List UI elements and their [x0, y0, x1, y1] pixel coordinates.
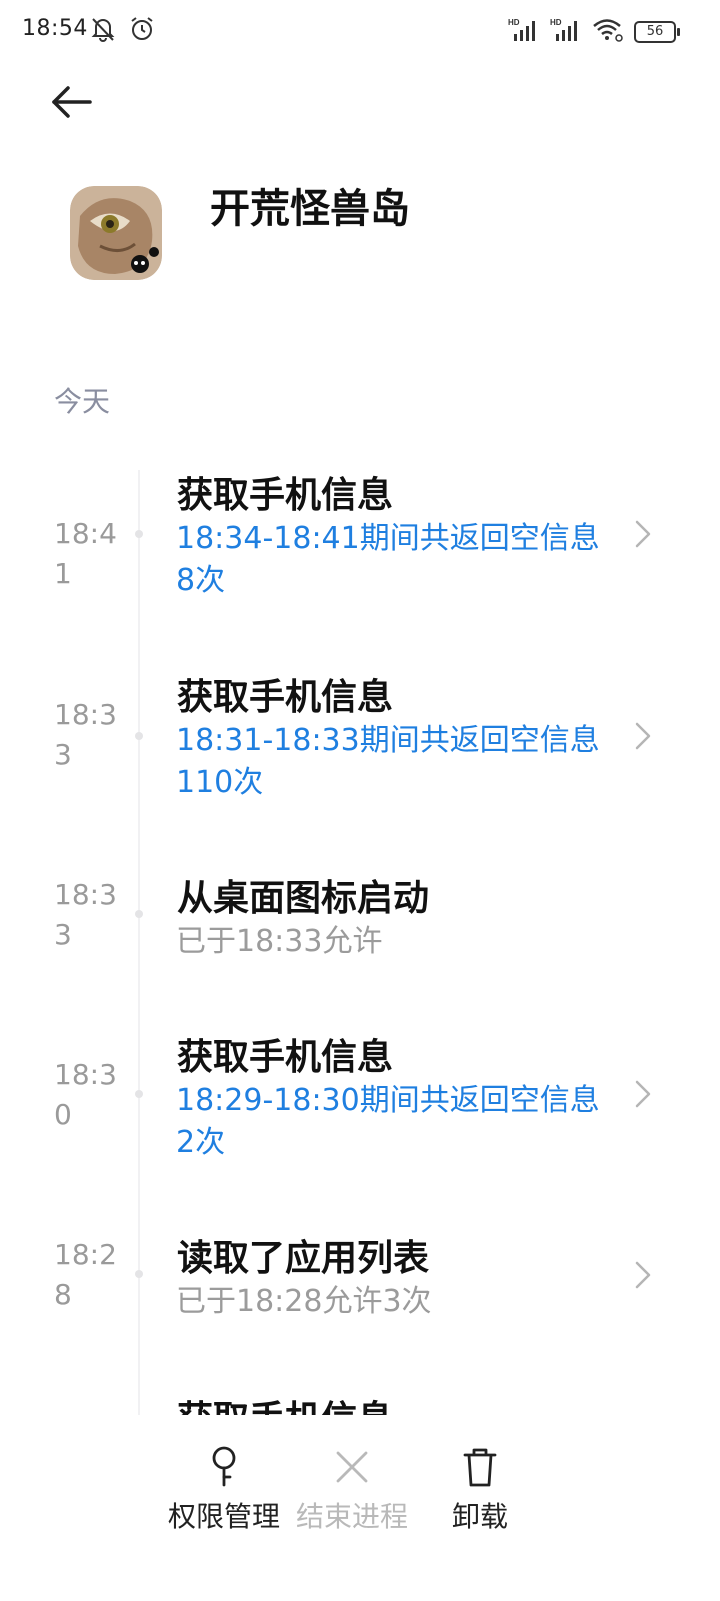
end-process-label: 结束进程	[295, 1500, 408, 1533]
entry-detail: 18:29-18:30期间共返回空信息2次	[176, 1083, 600, 1160]
entry-time: 18:41	[54, 517, 117, 590]
back-arrow-icon	[52, 86, 92, 118]
entry-detail: 已于18:28允许3次	[176, 1284, 432, 1319]
timeline-dot	[135, 910, 143, 918]
battery-icon: 56	[634, 21, 680, 43]
wifi-icon	[592, 17, 624, 47]
back-button[interactable]	[48, 80, 96, 124]
network-label: HD	[550, 18, 562, 27]
entry-detail: 18:34-18:41期间共返回空信息8次	[176, 521, 600, 598]
section-header-today: 今天	[54, 385, 111, 418]
alarm-icon	[128, 14, 156, 48]
permission-management-button[interactable]: 权限管理	[154, 1445, 294, 1535]
permission-management-label: 权限管理	[167, 1500, 280, 1533]
timeline-entry[interactable]: 18:41 获取手机信息 18:34-18:41期间共返回空信息8次	[0, 460, 720, 630]
signal-hd-icon: HD	[550, 17, 582, 47]
status-icons-left	[88, 16, 156, 46]
signal-hd-icon: HD	[508, 17, 540, 47]
uninstall-button[interactable]: 卸载	[410, 1445, 550, 1535]
timeline-entry[interactable]: 18:33 获取手机信息 18:31-18:33期间共返回空信息110次	[0, 662, 720, 832]
mute-icon	[88, 14, 118, 48]
entry-time: 18:30	[54, 1058, 117, 1131]
timeline-entry[interactable]: 18:30 获取手机信息 18:29-18:30期间共返回空信息2次	[0, 1022, 720, 1192]
timeline-dot	[135, 732, 143, 740]
chevron-right-icon	[633, 1259, 653, 1291]
uninstall-label: 卸载	[451, 1500, 508, 1533]
timeline-dot	[135, 1090, 143, 1098]
entry-title: 获取手机信息	[177, 677, 394, 718]
app-title: 开荒怪兽岛	[210, 186, 410, 232]
timeline-dot	[135, 530, 143, 538]
entry-time: 18:28	[54, 1238, 117, 1311]
trash-icon	[460, 1445, 500, 1489]
network-label: HD	[508, 18, 520, 27]
entry-time: 18:33	[54, 878, 117, 951]
close-icon	[332, 1445, 372, 1489]
chevron-right-icon	[633, 518, 653, 550]
chevron-right-icon	[633, 720, 653, 752]
entry-detail: 18:31-18:33期间共返回空信息110次	[176, 723, 600, 800]
entry-detail: 已于18:33允许	[176, 924, 383, 959]
chevron-right-icon	[633, 1078, 653, 1110]
key-icon	[204, 1445, 244, 1489]
app-icon	[70, 186, 162, 280]
entry-title: 获取手机信息	[177, 475, 394, 516]
entry-title: 获取手机信息	[177, 1037, 394, 1078]
timeline-entry[interactable]: 18:28 读取了应用列表 已于18:28允许3次	[0, 1225, 720, 1345]
entry-time: 18:33	[54, 698, 117, 771]
timeline-dot	[135, 1270, 143, 1278]
end-process-button[interactable]: 结束进程	[282, 1445, 422, 1535]
status-bar: 18:54 HD HD 56	[0, 0, 720, 64]
entry-title: 读取了应用列表	[177, 1238, 430, 1279]
status-time: 18:54	[22, 16, 88, 41]
timeline-entry: 18:33 从桌面图标启动 已于18:33允许	[0, 865, 720, 985]
entry-title: 从桌面图标启动	[177, 878, 430, 919]
status-icons-right: HD HD 56	[508, 16, 680, 48]
